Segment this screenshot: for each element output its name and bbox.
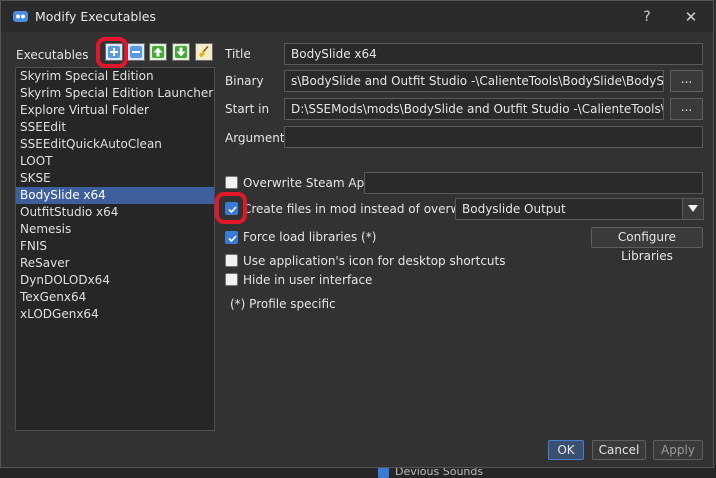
title-bar: Modify Executables ? ✕ — [1, 1, 713, 32]
move-down-button[interactable] — [172, 43, 190, 61]
cancel-button[interactable]: Cancel — [592, 440, 646, 460]
help-button[interactable]: ? — [627, 5, 667, 29]
start-in-label: Start in — [225, 102, 270, 116]
executable-list-item[interactable]: Nemesis — [16, 221, 214, 238]
executable-list-item[interactable]: ReSaver — [16, 255, 214, 272]
executable-list-item[interactable]: Explore Virtual Folder — [16, 102, 214, 119]
app-icon — [13, 11, 28, 22]
binary-label: Binary — [225, 74, 264, 88]
executable-list-item[interactable]: OutfitStudio x64 — [16, 204, 214, 221]
checkmark-icon — [228, 206, 237, 214]
binary-browse-button[interactable]: ... — [670, 70, 703, 92]
binary-input[interactable]: s\BodySlide and Outfit Studio -\Caliente… — [284, 70, 664, 92]
remove-executable-button[interactable] — [127, 43, 145, 61]
use-app-icon-label: Use application's icon for desktop short… — [243, 254, 506, 268]
create-files-in-mod-checkbox[interactable] — [225, 202, 238, 215]
chevron-down-icon — [688, 205, 698, 212]
configure-libraries-button[interactable]: Configure Libraries — [591, 227, 703, 263]
minus-icon — [130, 46, 142, 58]
executable-list-item[interactable]: xLODGenx64 — [16, 306, 214, 323]
overwrite-steam-appid-checkbox[interactable] — [225, 176, 238, 189]
arguments-label: Arguments — [225, 131, 291, 145]
clean-button[interactable] — [195, 43, 213, 61]
title-input[interactable]: BodySlide x64 — [284, 43, 703, 65]
executable-list-item[interactable]: DynDOLODx64 — [16, 272, 214, 289]
dropdown-arrow[interactable] — [682, 199, 703, 219]
executable-list-item[interactable]: LOOT — [16, 153, 214, 170]
executables-list[interactable]: Skyrim Special Edition Skyrim Special Edi… — [15, 67, 215, 431]
executables-heading: Executables — [16, 48, 89, 62]
force-load-libraries-checkbox[interactable] — [225, 231, 238, 244]
executable-list-item[interactable]: FNIS — [16, 238, 214, 255]
start-in-browse-button[interactable]: ... — [670, 98, 703, 120]
modify-executables-dialog: Modify Executables ? ✕ Executables Skyri… — [0, 0, 714, 468]
force-load-libraries-label: Force load libraries (*) — [243, 230, 377, 244]
arguments-input[interactable] — [284, 126, 703, 148]
executable-list-item[interactable]: SSEEditQuickAutoClean — [16, 136, 214, 153]
window-title: Modify Executables — [35, 9, 156, 24]
plus-icon — [108, 46, 120, 58]
executable-list-item[interactable]: TexGenx64 — [16, 289, 214, 306]
ok-button[interactable]: OK — [548, 440, 584, 460]
arrow-up-icon — [152, 46, 164, 58]
output-mod-value: Bodyslide Output — [462, 202, 566, 216]
close-button[interactable]: ✕ — [671, 5, 711, 29]
steam-appid-input[interactable] — [364, 172, 703, 194]
executable-list-item[interactable]: Skyrim Special Edition — [16, 68, 214, 85]
executable-list-item[interactable]: BodySlide x64 — [16, 187, 214, 204]
executable-list-item[interactable]: SKSE — [16, 170, 214, 187]
use-app-icon-checkbox[interactable] — [225, 254, 238, 267]
hide-in-ui-checkbox[interactable] — [225, 273, 238, 286]
executable-list-item[interactable]: SSEEdit — [16, 119, 214, 136]
apply-button[interactable]: Apply — [653, 440, 703, 460]
profile-specific-note: (*) Profile specific — [230, 297, 336, 311]
broom-icon — [199, 45, 209, 58]
arrow-down-icon — [175, 46, 187, 58]
executable-list-item[interactable]: Skyrim Special Edition Launcher — [16, 85, 214, 102]
checkmark-icon — [228, 235, 237, 243]
move-up-button[interactable] — [149, 43, 167, 61]
output-mod-select[interactable]: Bodyslide Output — [455, 198, 704, 220]
hide-in-ui-label: Hide in user interface — [243, 273, 373, 287]
title-label: Title — [225, 47, 251, 61]
add-executable-button[interactable] — [105, 43, 123, 61]
background-checkbox — [378, 467, 389, 478]
start-in-input[interactable]: D:\SSEMods\mods\BodySlide and Outfit Stu… — [284, 98, 664, 120]
